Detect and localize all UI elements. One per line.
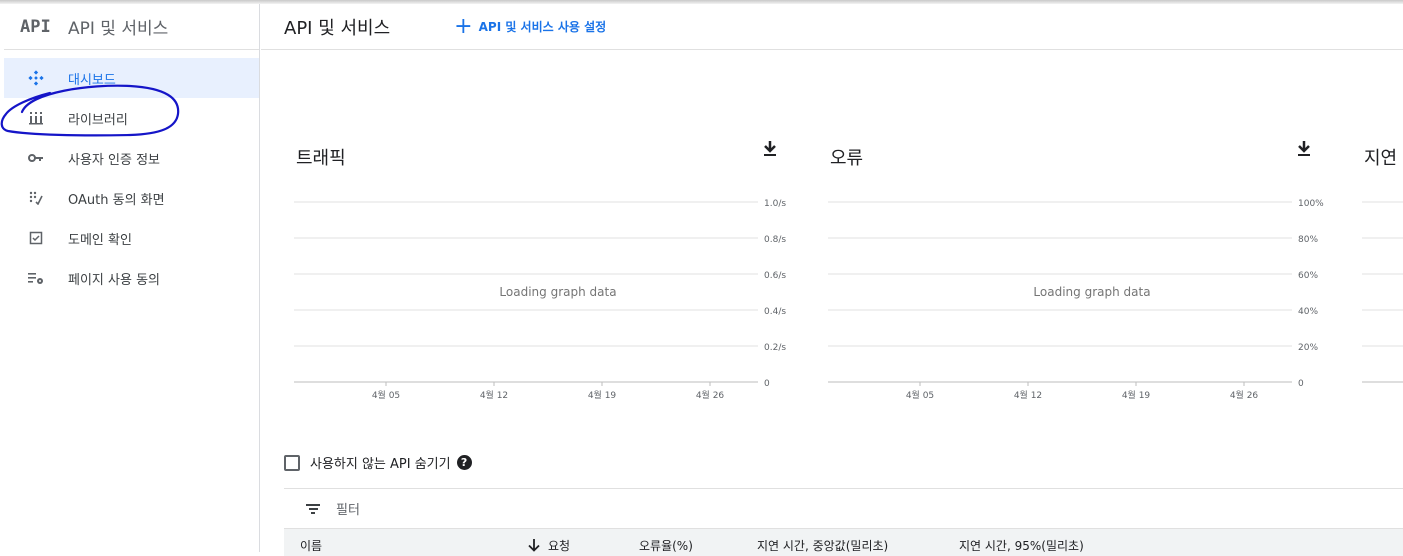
- x-tick-label: 4월 19: [588, 389, 617, 401]
- y-tick-label: 80%: [1298, 235, 1318, 245]
- y-tick-label: 0.4/s: [764, 307, 786, 317]
- main-content: API 및 서비스 + API 및 서비스 사용 설정 트래픽 1.0/s 0.8…: [261, 4, 1403, 556]
- column-name[interactable]: 이름: [300, 537, 322, 554]
- hide-unused-apis-row: 사용하지 않는 API 숨기기 ?: [284, 453, 472, 472]
- sidebar-item-oauth-consent[interactable]: OAuth 동의 화면: [4, 178, 259, 218]
- x-tick-label: 4월 19: [1122, 389, 1151, 401]
- key-icon: [26, 148, 46, 168]
- sidebar-item-label: 도메인 확인: [68, 232, 132, 248]
- column-error-rate[interactable]: 오류율(%): [639, 537, 693, 554]
- sidebar-item-label: 라이브러리: [68, 112, 128, 128]
- sidebar-item-label: 사용자 인증 정보: [68, 152, 160, 168]
- page-usage-settings-icon: [26, 268, 46, 288]
- y-tick-label: 100%: [1298, 199, 1324, 209]
- sidebar-title: API 및 서비스: [68, 19, 169, 39]
- sidebar-item-library[interactable]: 라이브러리: [4, 98, 259, 138]
- api-logo[interactable]: API: [20, 17, 68, 37]
- chart-title: 트래픽: [296, 148, 346, 169]
- x-tick-label: 4월 12: [1014, 389, 1042, 401]
- download-icon[interactable]: [1296, 140, 1316, 160]
- sidebar-item-label: 페이지 사용 동의: [68, 272, 160, 288]
- main-header: API 및 서비스 + API 및 서비스 사용 설정: [261, 4, 1403, 50]
- traffic-chart-card: 트래픽 1.0/s 0.8/s 0.6/s 0.4/s 0.2/s 0 4월 05 4월 12…: [290, 134, 790, 424]
- sort-descending-icon: [528, 539, 540, 552]
- x-tick-label: 4월 05: [906, 389, 934, 401]
- x-tick-label: 4월 26: [696, 389, 725, 401]
- download-icon[interactable]: [762, 140, 782, 160]
- chart-title: 오류: [830, 148, 864, 169]
- y-tick-label: 1.0/s: [764, 199, 786, 209]
- x-tick-label: 4월 26: [1230, 389, 1259, 401]
- plus-icon: +: [454, 13, 473, 39]
- latency-chart-card: 지연: [1358, 134, 1403, 424]
- filter-label: 필터: [336, 503, 360, 518]
- x-tick-label: 4월 05: [372, 389, 400, 401]
- loading-graph-status: Loading graph data: [1033, 285, 1150, 299]
- traffic-chart: 1.0/s 0.8/s 0.6/s 0.4/s 0.2/s 0 4월 05 4월 12 4월 1…: [294, 199, 786, 401]
- chart-title: 지연: [1364, 148, 1398, 169]
- y-tick-label: 0.2/s: [764, 343, 786, 353]
- x-tick-label: 4월 12: [480, 389, 508, 401]
- enable-apis-button[interactable]: + API 및 서비스 사용 설정: [454, 13, 607, 39]
- hide-unused-apis-label[interactable]: 사용하지 않는 API 숨기기: [310, 453, 451, 472]
- column-requests[interactable]: 요청: [528, 537, 570, 554]
- enable-apis-label: API 및 서비스 사용 설정: [478, 20, 607, 34]
- page-title: API 및 서비스: [284, 17, 391, 39]
- filter-icon: [306, 503, 320, 514]
- sidebar-item-dashboard[interactable]: 대시보드: [4, 58, 259, 98]
- y-tick-label: 0: [1298, 379, 1304, 389]
- latency-chart: [1362, 201, 1403, 383]
- column-latency-95[interactable]: 지연 시간, 95%(밀리초): [959, 537, 1084, 554]
- sidebar-item-page-usage[interactable]: 페이지 사용 동의: [4, 258, 259, 298]
- oauth-consent-icon: [26, 188, 46, 208]
- sidebar: API API 및 서비스 대시보드 라이브러리 사용자 인증 정보 OAuth…: [4, 4, 260, 552]
- y-tick-label: 20%: [1298, 343, 1318, 353]
- hide-unused-apis-checkbox[interactable]: [284, 454, 300, 471]
- errors-chart: 100% 80% 60% 40% 20% 0 4월 05 4월 12 4월 19 4월 26 Loa…: [828, 199, 1324, 401]
- domain-check-icon: [26, 228, 46, 248]
- column-requests-label: 요청: [548, 539, 571, 553]
- help-icon[interactable]: ?: [456, 455, 472, 470]
- sidebar-item-label: 대시보드: [68, 72, 116, 88]
- y-tick-label: 0.8/s: [764, 235, 786, 245]
- sidebar-item-domain-verification[interactable]: 도메인 확인: [4, 218, 259, 258]
- library-icon: [26, 108, 46, 128]
- filter-bar[interactable]: 필터: [284, 488, 1403, 528]
- y-tick-label: 40%: [1298, 307, 1318, 317]
- errors-chart-card: 오류 100% 80% 60% 40% 20% 0 4월 05 4월 12 4월 19 4월 26…: [824, 134, 1324, 424]
- column-latency-median[interactable]: 지연 시간, 중앙값(밀리초): [757, 537, 888, 554]
- loading-graph-status: Loading graph data: [499, 285, 616, 299]
- y-tick-label: 0: [764, 379, 770, 389]
- sidebar-item-label: OAuth 동의 화면: [68, 192, 165, 208]
- sidebar-item-credentials[interactable]: 사용자 인증 정보: [4, 138, 259, 178]
- sidebar-header: API API 및 서비스: [4, 4, 259, 50]
- sidebar-nav: 대시보드 라이브러리 사용자 인증 정보 OAuth 동의 화면 도메인 확인: [4, 58, 259, 298]
- y-tick-label: 60%: [1298, 271, 1318, 281]
- dashboard-icon: [26, 68, 46, 88]
- y-tick-label: 0.6/s: [764, 271, 786, 281]
